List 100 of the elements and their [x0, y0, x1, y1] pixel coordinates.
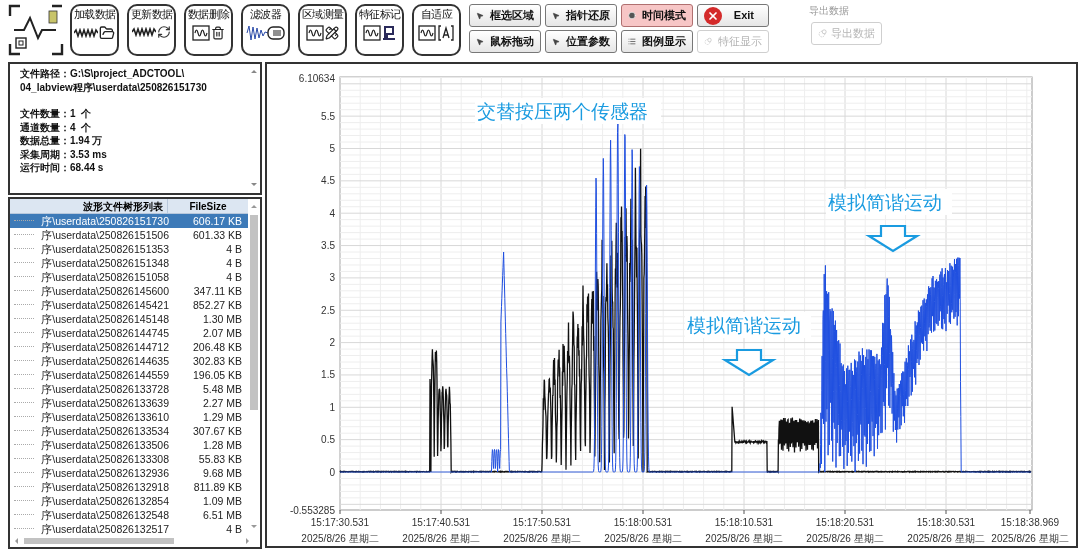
file-name-cell-text: 序\userdata\250826132936	[40, 466, 170, 480]
exit-button[interactable]: Exit	[697, 4, 769, 27]
file-row[interactable]: 序\userdata\250826144559 196.05 KB	[10, 368, 248, 382]
x-axis-date-label: 2025/8/26 星期二	[301, 533, 379, 544]
file-row[interactable]: 序\userdata\250826132918 811.89 KB	[10, 480, 248, 494]
marker-icon	[382, 25, 396, 41]
folder-icon	[99, 25, 115, 41]
column-header[interactable]: FileSize	[168, 199, 248, 213]
tool-button[interactable]: 特征标记	[355, 4, 404, 56]
waveform-box-icon	[363, 25, 381, 41]
file-row[interactable]: 序\userdata\250826144635 302.83 KB	[10, 354, 248, 368]
file-row[interactable]: 序\userdata\250826151348 4 B	[10, 256, 248, 270]
tool-button[interactable]: 自适应	[412, 4, 461, 56]
toolbar-button[interactable]: 指针还原	[545, 4, 617, 27]
file-row[interactable]: 序\userdata\250826145600 347.11 KB	[10, 284, 248, 298]
file-size-cell-text: 55.83 KB	[197, 452, 243, 466]
y-axis-label: 3	[329, 272, 335, 284]
x-axis-time-label: 15:17:50.531	[512, 517, 572, 528]
file-size-cell-text: 5.48 MB	[201, 382, 243, 396]
y-axis-label: 0.5	[321, 434, 335, 446]
annotation-text: 模拟简谐运动	[687, 314, 801, 336]
file-size-cell-text: 4 B	[225, 256, 243, 270]
stat-text: 通道数量：4 个	[20, 120, 93, 134]
y-axis-label: -0.553285	[289, 504, 335, 516]
file-name-cell-text: 序\userdata\250826132548	[40, 508, 170, 522]
file-row[interactable]: 序\userdata\250826132548 6.51 MB	[10, 508, 248, 522]
close-icon	[704, 6, 722, 25]
stat-text: 运行时间：68.44 s	[20, 161, 105, 175]
toolbar-button[interactable]: 时间模式	[621, 4, 693, 27]
file-size-cell-text: 1.30 MB	[201, 312, 243, 326]
file-size-cell-text: 811.89 KB	[192, 480, 243, 494]
file-row[interactable]: 序\userdata\250826145421 852.27 KB	[10, 298, 248, 312]
file-name-cell-text: 序\userdata\250826133506	[40, 438, 170, 452]
file-name-cell-text: 序\userdata\250826133639	[40, 396, 170, 410]
refresh-icon	[157, 25, 171, 39]
x-axis-date-label: 2025/8/26 星期二	[991, 533, 1069, 544]
y-axis-label: 5	[329, 143, 335, 154]
tool-button[interactable]: 数据删除	[184, 4, 233, 56]
file-row[interactable]: 序\userdata\250826151730 606.17 KB	[10, 214, 248, 228]
x-axis-time-label: 15:18:38.969	[1000, 517, 1060, 528]
x-axis-date-label: 2025/8/26 星期二	[705, 533, 783, 544]
file-row[interactable]: 序\userdata\250826151058 4 B	[10, 270, 248, 284]
toolbar-button[interactable]: 图例显示	[621, 30, 693, 53]
file-row[interactable]: 序\userdata\250826133506 1.28 MB	[10, 438, 248, 452]
file-size-cell-text: 1.28 MB	[201, 438, 243, 452]
x-axis-time-label: 15:17:30.531	[310, 517, 370, 528]
x-axis-time-label: 15:18:20.531	[815, 517, 875, 528]
y-axis-label: 1	[329, 401, 335, 413]
y-axis-label: 6.10634	[298, 72, 335, 84]
export-caption: 导出数据	[809, 4, 849, 18]
tool-button[interactable]: 更新数据	[127, 4, 176, 56]
file-name-cell-text: 序\userdata\250826132918	[40, 480, 170, 494]
file-row[interactable]: 序\userdata\250826133534 307.67 KB	[10, 424, 248, 438]
toolbar-button[interactable]: 框选区域	[469, 4, 541, 27]
file-name-cell-text: 序\userdata\250826145148	[40, 312, 170, 326]
file-size-cell-text: 307.67 KB	[191, 424, 243, 438]
y-axis-label: 1.5	[321, 369, 335, 381]
waveform-box-icon	[306, 25, 324, 41]
file-row[interactable]: 序\userdata\250826151353 4 B	[10, 242, 248, 256]
file-row[interactable]: 序\userdata\250826133308 55.83 KB	[10, 452, 248, 466]
toolbar-button[interactable]: 位置参数	[545, 30, 617, 53]
file-size-cell-text: 302.83 KB	[191, 354, 243, 368]
file-size-cell-text: 4 B	[225, 522, 243, 536]
file-row[interactable]: 序\userdata\250826132936 9.68 MB	[10, 466, 248, 480]
file-row[interactable]: 序\userdata\250826132854 1.09 MB	[10, 494, 248, 508]
y-axis-label: 3.5	[321, 240, 335, 252]
ruler-icon	[325, 26, 339, 40]
tool-button[interactable]: 滤波器	[241, 4, 290, 56]
file-name-cell-text: 序\userdata\250826151058	[40, 270, 170, 284]
y-axis-label: 5.5	[321, 110, 335, 122]
x-axis-date-label: 2025/8/26 星期二	[806, 533, 884, 544]
file-row[interactable]: 序\userdata\250826145148 1.30 MB	[10, 312, 248, 326]
file-name-cell-text: 序\userdata\250826132517	[40, 522, 170, 536]
file-name-cell-text: 序\userdata\250826144559	[40, 368, 170, 382]
x-axis-time-label: 15:18:00.531	[613, 517, 673, 528]
file-row[interactable]: 序\userdata\250826132517 4 B	[10, 522, 248, 536]
file-name-cell-text: 序\userdata\250826132854	[40, 494, 170, 508]
file-row[interactable]: 序\userdata\250826133610 1.29 MB	[10, 410, 248, 424]
file-name-cell-text: 序\userdata\250826144712	[40, 340, 170, 354]
waveform-icon	[132, 27, 156, 37]
file-name-cell-text: 序\userdata\250826151730	[40, 214, 170, 228]
tool-button[interactable]: 加载数据	[70, 4, 119, 56]
x-axis-date-label: 2025/8/26 星期二	[907, 533, 985, 544]
file-row[interactable]: 序\userdata\250826151506 601.33 KB	[10, 228, 248, 242]
file-size-cell-text: 4 B	[225, 242, 243, 256]
file-row[interactable]: 序\userdata\250826144712 206.48 KB	[10, 340, 248, 354]
stat-text: 采集周期：3.53 ms	[20, 147, 108, 161]
x-axis-date-label: 2025/8/26 星期二	[402, 533, 480, 544]
waveform-icon	[74, 28, 98, 38]
y-axis-label: 2	[329, 337, 335, 349]
tool-button[interactable]: 区域测量	[298, 4, 347, 56]
file-size-cell-text: 4 B	[225, 270, 243, 284]
file-row[interactable]: 序\userdata\250826133728 5.48 MB	[10, 382, 248, 396]
waveform-box-icon	[192, 25, 210, 41]
toolbar-button[interactable]: 鼠标拖动	[469, 30, 541, 53]
filter-icon	[245, 25, 286, 41]
column-header[interactable]: 波形文件树形列表	[10, 199, 168, 213]
file-size-cell-text: 347.11 KB	[192, 284, 243, 298]
file-row[interactable]: 序\userdata\250826144745 2.07 MB	[10, 326, 248, 340]
file-row[interactable]: 序\userdata\250826133639 2.27 MB	[10, 396, 248, 410]
